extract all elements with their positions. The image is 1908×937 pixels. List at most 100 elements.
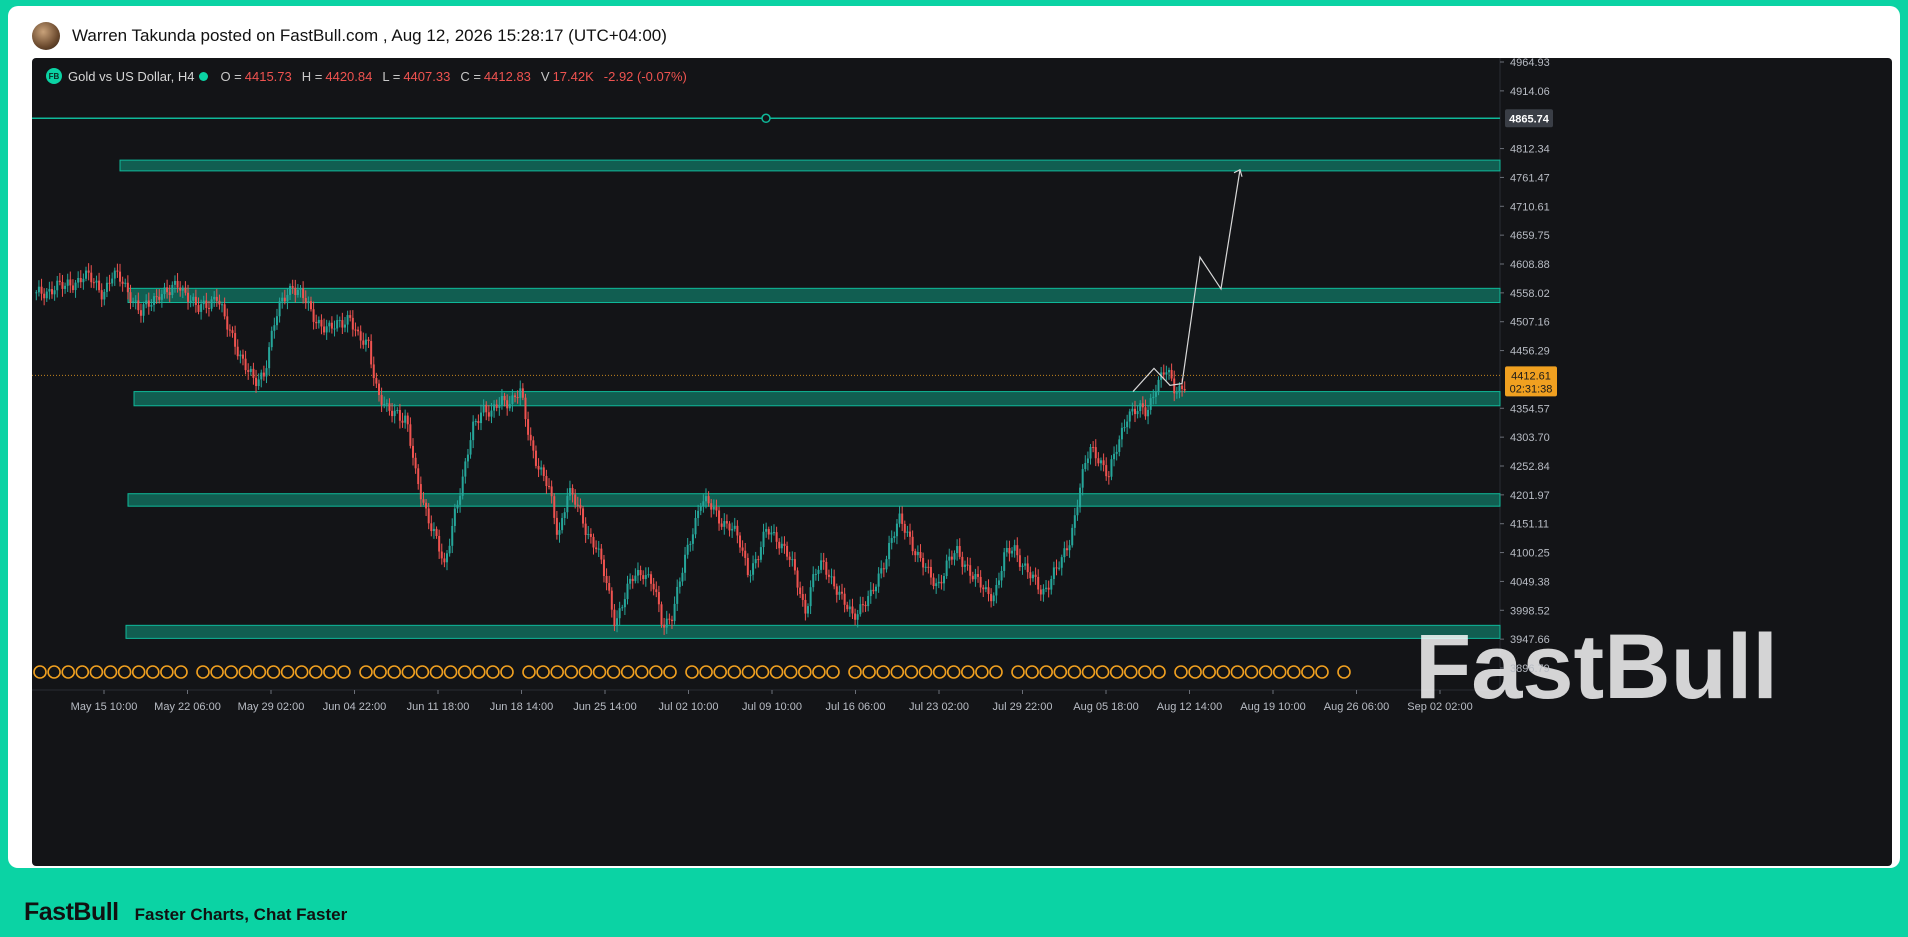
footer-brand-logo[interactable]: FastBull [24,898,119,927]
candle-body [79,277,82,283]
price-chart[interactable]: FastBull May 15 10:00 May 22 06:00 May 29 … [32,58,1892,866]
candle-body [537,465,540,470]
candle-body [1081,469,1084,488]
chart-panel[interactable]: FastBull May 15 10:00 May 22 06:00 May 29 … [32,58,1892,866]
event-marker-icon [755,665,770,679]
candle-body [189,300,192,302]
event-marker-icon [373,665,387,679]
candle-body [1144,407,1147,417]
candle-body [540,467,543,470]
candle-body [1013,545,1016,551]
candle-body [341,320,344,328]
y-tick-label: 4100.25 [1510,548,1550,560]
candle-body [799,587,802,595]
candle-body [932,577,935,587]
candle-body [969,565,972,576]
candle-body [466,454,469,462]
y-tick-label: 3947.66 [1510,634,1550,646]
symbol-label[interactable]: Gold vs US Dollar, H4 [68,69,194,84]
candle-body [1094,447,1097,459]
candle-body [205,300,208,308]
candle-body [100,290,103,300]
candle-body [521,388,524,398]
candle-body [249,368,252,372]
candle-body [401,420,404,423]
candle-body [783,543,786,546]
candle-body [289,286,292,295]
candle-body [448,545,451,554]
candle-body [239,354,242,357]
candle-body [660,604,663,625]
candle-body [215,296,218,301]
price-zone [119,159,1501,172]
candle-body [979,576,982,588]
candle-body [720,523,723,527]
candle-body [351,317,354,330]
x-tick-label: May 22 06:00 [154,701,221,713]
candle-body [634,575,637,582]
candle-body [328,322,331,327]
candle-body [974,574,977,580]
candle-body [87,270,90,273]
candle-body [302,288,305,299]
candle-body [613,609,616,627]
candle-body [1050,578,1053,590]
candle-body [137,300,140,311]
avatar[interactable] [32,22,60,50]
event-marker-icon [238,665,253,679]
candle-body [1084,462,1087,470]
event-marker-icon [649,665,663,679]
candle-body [1118,439,1121,452]
y-tick-label: 3896.79 [1510,663,1550,675]
candle-body [393,410,396,417]
candle-body [872,589,875,592]
candle-body [524,397,527,420]
candle-body [346,315,349,325]
candle-body [176,280,179,288]
candle-body [584,523,587,535]
candle-body [707,496,710,504]
x-tick-label: Sep 02 02:00 [1407,701,1472,713]
event-marker-icon [443,665,458,679]
y-tick-label: 4456.29 [1510,346,1550,358]
candle-body [647,574,650,576]
event-marker-icon [1216,665,1231,679]
candle-body [469,440,472,455]
candle-body [854,613,857,620]
candle-body [778,541,781,549]
candle-body [349,315,352,318]
candle-body [966,564,969,566]
candle-body [1026,563,1029,573]
low-value: 4407.33 [403,68,451,84]
event-marker-icon [33,665,47,679]
candle-body [786,545,789,557]
candle-body [576,504,579,506]
event-marker-icon [783,665,798,679]
open-value: 4415.73 [244,68,292,84]
candle-body [563,512,566,519]
candle-body [529,434,532,441]
event-marker-icon [1258,665,1273,679]
candle-body [192,296,195,301]
candle-body [414,457,417,469]
event-marker-icon [1188,665,1202,679]
high-label: H = [301,68,323,84]
candle-body [231,330,234,334]
candle-body [338,320,341,322]
candle-body [432,528,435,532]
candle-body [1092,447,1095,449]
high-value: 4420.84 [325,68,373,84]
candle-body [487,412,490,417]
candle-body [822,560,825,562]
candle-body [270,330,273,348]
candle-body [1016,545,1019,556]
event-marker-icon [699,665,713,679]
candle-body [710,503,713,510]
candle-body [103,291,106,300]
event-marker-icon [280,665,295,679]
candle-body [362,340,365,345]
candle-body [945,560,948,577]
candle-body [1005,548,1008,553]
candle-body [838,591,841,595]
x-tick-label: Jul 16 06:00 [826,701,886,713]
